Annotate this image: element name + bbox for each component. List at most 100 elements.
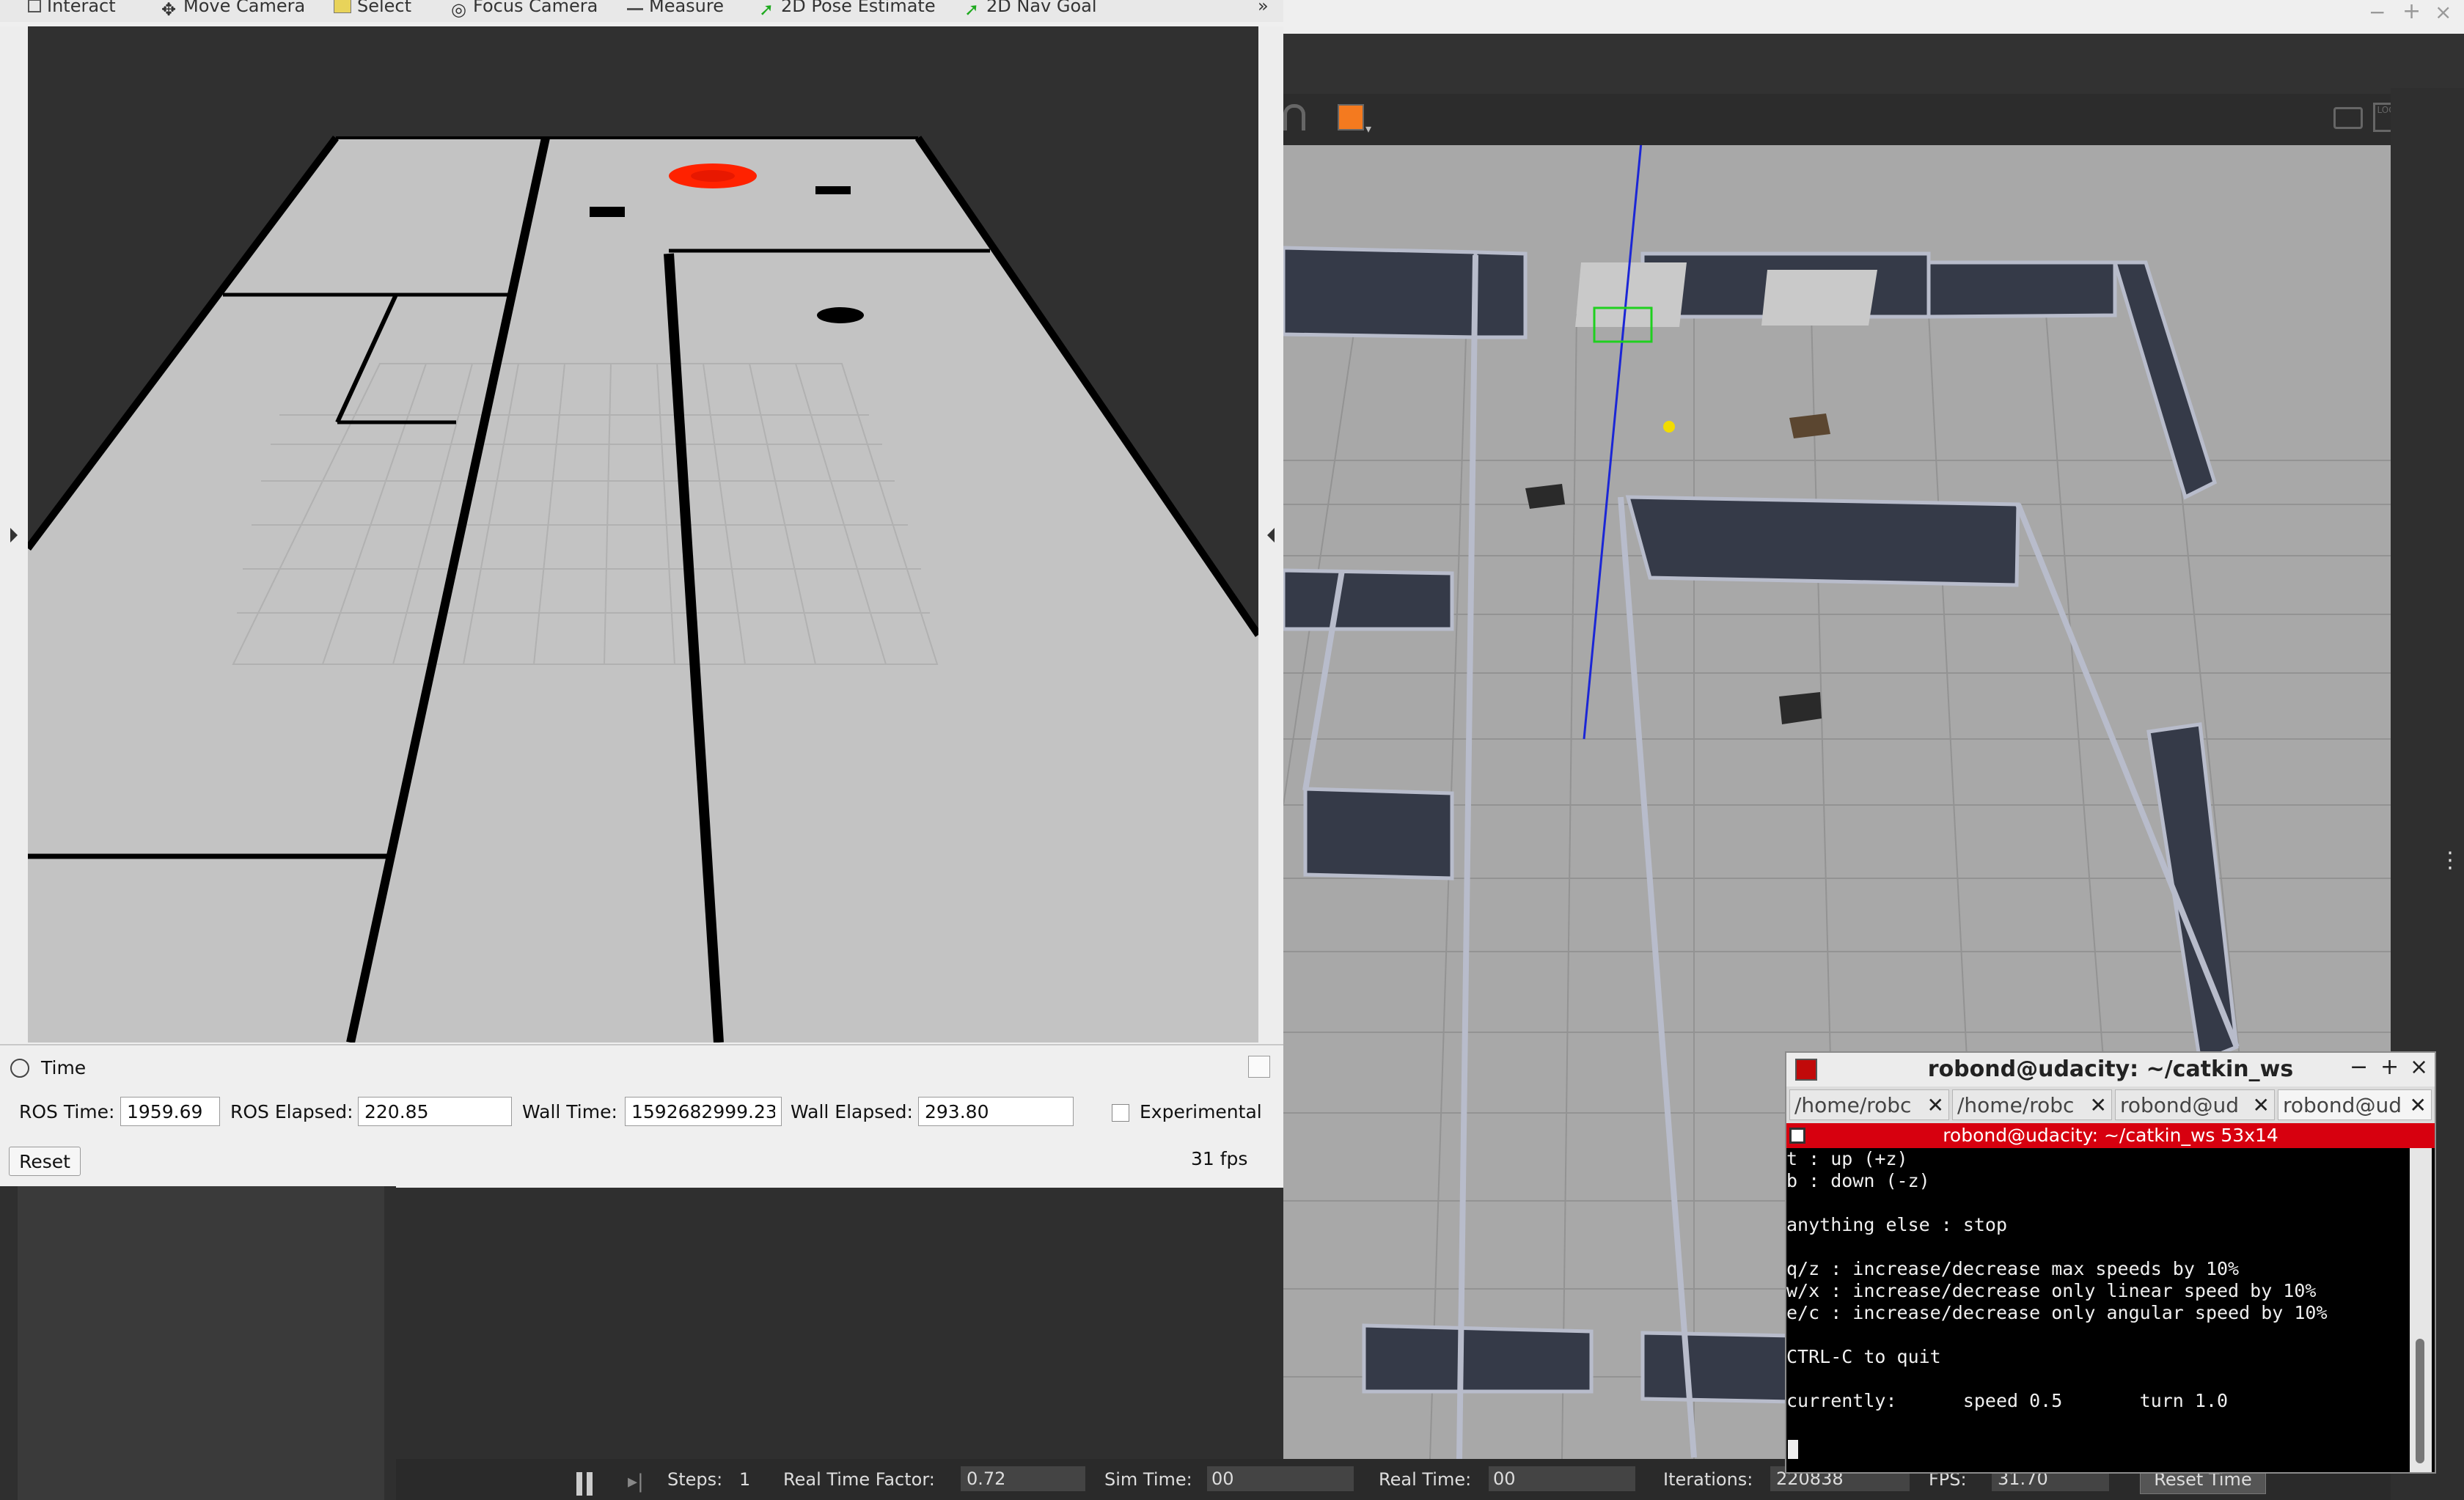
doorway [1761, 270, 1877, 326]
tool-label: Move Camera [183, 0, 306, 16]
doorway [1575, 262, 1687, 327]
experimental-label: Experimental [1140, 1101, 1262, 1122]
magnet-icon[interactable] [1283, 104, 1305, 130]
pause-icon[interactable] [576, 1472, 582, 1496]
terminal-tab-active[interactable]: robond@ud ✕ [2278, 1089, 2432, 1120]
tool-label: Focus Camera [473, 0, 598, 16]
experimental-checkbox[interactable] [1112, 1104, 1129, 1122]
map-obstacle [590, 207, 625, 217]
terminal-size-banner: robond@udacity: ~/catkin_ws 53x14 [1786, 1123, 2435, 1148]
time-panel: Time ROS Time: ROS Elapsed: Wall Time: W… [0, 1044, 1283, 1188]
tool-label: Interact [47, 0, 116, 16]
terminal-scrollbar[interactable] [2410, 1148, 2432, 1472]
wall-elapsed-label: Wall Elapsed: [791, 1101, 913, 1122]
map-obstacle [817, 307, 864, 323]
tool-select[interactable]: Select [334, 0, 411, 19]
gazebo-menu-area [1283, 34, 2464, 100]
occupancy-map [28, 136, 1258, 1043]
rviz-right-dock-strip [1258, 26, 1283, 1043]
measure-icon [627, 2, 643, 10]
terminal-title: robond@udacity: ~/catkin_ws [1927, 1056, 2294, 1082]
gazebo-toolbar: ▾ LOG [1283, 94, 2399, 145]
wall-time-field[interactable] [625, 1097, 782, 1126]
panel-handle-icon[interactable]: ⋮ [2439, 848, 2461, 873]
rviz-left-dock-strip [0, 26, 28, 1043]
tool-2d-nav-goal[interactable]: ➚ 2D Nav Goal [964, 0, 1097, 20]
tab-label: robond@ud [2120, 1092, 2239, 1117]
maximize-icon[interactable]: + [2402, 0, 2421, 24]
toolbar-overflow-icon[interactable]: » [1258, 0, 1269, 19]
step-icon[interactable]: ▸| [628, 1471, 644, 1493]
undock-icon[interactable] [1248, 1056, 1270, 1078]
ros-elapsed-label: ROS Elapsed: [230, 1101, 353, 1122]
box-shape-icon[interactable] [1338, 104, 1364, 130]
tool-label: Select [357, 0, 412, 16]
minimize-icon[interactable]: − [2350, 1054, 2368, 1080]
minimize-icon[interactable]: − [2369, 0, 2386, 24]
rviz-window: Interact ✥ Move Camera Select ◎ Focus Ca… [0, 0, 1285, 1188]
clock-icon [10, 1059, 29, 1078]
map-obstacle [815, 186, 851, 194]
gazebo-left-panel [18, 1186, 384, 1500]
rtf-label: Real Time Factor: [783, 1469, 935, 1490]
close-tab-icon[interactable]: ✕ [2090, 1093, 2107, 1117]
terminal-tabbar: /home/robc ✕ /home/robc ✕ robond@ud ✕ robon… [1786, 1087, 2435, 1123]
expand-left-icon[interactable] [10, 528, 18, 543]
ros-time-field[interactable] [120, 1097, 220, 1126]
chevron-down-icon[interactable]: ▾ [1365, 122, 1371, 136]
gazebo-window-titlebar: − + × [1283, 0, 2464, 34]
sim-time-value: 00 00:32:39.615 [1207, 1466, 1354, 1491]
tool-interact[interactable]: Interact [28, 0, 116, 19]
expand-right-icon[interactable] [1267, 528, 1275, 543]
scrollbar-thumb[interactable] [2416, 1339, 2424, 1463]
terminal-split-icon [1789, 1128, 1805, 1144]
sim-time-label: Sim Time: [1104, 1469, 1192, 1490]
map-free-area [28, 138, 1258, 1043]
close-icon[interactable]: × [2410, 1054, 2428, 1080]
ros-time-label: ROS Time: [19, 1101, 115, 1122]
wall-elapsed-field[interactable] [918, 1097, 1074, 1126]
maximize-icon[interactable]: + [2380, 1054, 2399, 1080]
terminal-titlebar: robond@udacity: ~/catkin_ws − + × [1786, 1053, 2435, 1087]
close-icon[interactable]: × [2435, 0, 2452, 24]
laser-scan [691, 170, 735, 182]
close-tab-icon[interactable]: ✕ [1927, 1093, 1944, 1117]
tool-measure[interactable]: Measure [627, 0, 724, 19]
wall-time-label: Wall Time: [522, 1101, 617, 1122]
ros-elapsed-field[interactable] [358, 1097, 512, 1126]
pose-estimate-icon: ➚ [759, 0, 774, 20]
terminal-tab[interactable]: robond@ud ✕ [2115, 1089, 2275, 1120]
camera-icon[interactable] [2333, 107, 2363, 129]
reset-button[interactable]: Reset [9, 1147, 81, 1176]
terminal-output[interactable]: t : up (+z) b : down (-z) anything else … [1786, 1148, 2410, 1472]
time-panel-title: Time [41, 1057, 87, 1078]
tab-label: /home/robc [1794, 1092, 1912, 1117]
close-tab-icon[interactable]: ✕ [2253, 1093, 2270, 1117]
chair-object [1525, 484, 1565, 509]
terminal-tab[interactable]: /home/robc ✕ [1952, 1089, 2112, 1120]
robot-marker [1663, 421, 1675, 433]
terminal-banner-text: robond@udacity: ~/catkin_ws 53x14 [1943, 1125, 2278, 1146]
terminal-tab[interactable]: /home/robc ✕ [1789, 1089, 1949, 1120]
rviz-3d-view[interactable] [28, 26, 1258, 1043]
real-time-label: Real Time: [1379, 1469, 1472, 1490]
select-icon [334, 0, 351, 13]
tool-focus-camera[interactable]: ◎ Focus Camera [451, 0, 598, 20]
tab-label: robond@ud [2283, 1092, 2402, 1117]
tool-2d-pose-estimate[interactable]: ➚ 2D Pose Estimate [759, 0, 936, 20]
focus-camera-icon: ◎ [451, 0, 466, 20]
close-tab-icon[interactable]: ✕ [2410, 1093, 2427, 1117]
iterations-label: Iterations: [1663, 1469, 1753, 1490]
terminal-cursor [1788, 1440, 1798, 1459]
rviz-toolbar: Interact ✥ Move Camera Select ◎ Focus Ca… [0, 0, 1283, 22]
tool-label: Measure [649, 0, 724, 16]
tool-label: 2D Pose Estimate [781, 0, 936, 16]
real-time-value: 00 00:04:53.261 [1489, 1466, 1635, 1491]
rtf-value: 0.72 [961, 1466, 1085, 1491]
tool-move-camera[interactable]: ✥ Move Camera [161, 0, 306, 20]
move-camera-icon: ✥ [161, 0, 177, 20]
interact-icon [28, 0, 41, 12]
steps-label: Steps: [667, 1469, 723, 1490]
tab-label: /home/robc [1957, 1092, 2075, 1117]
steps-value: 1 [739, 1469, 751, 1490]
